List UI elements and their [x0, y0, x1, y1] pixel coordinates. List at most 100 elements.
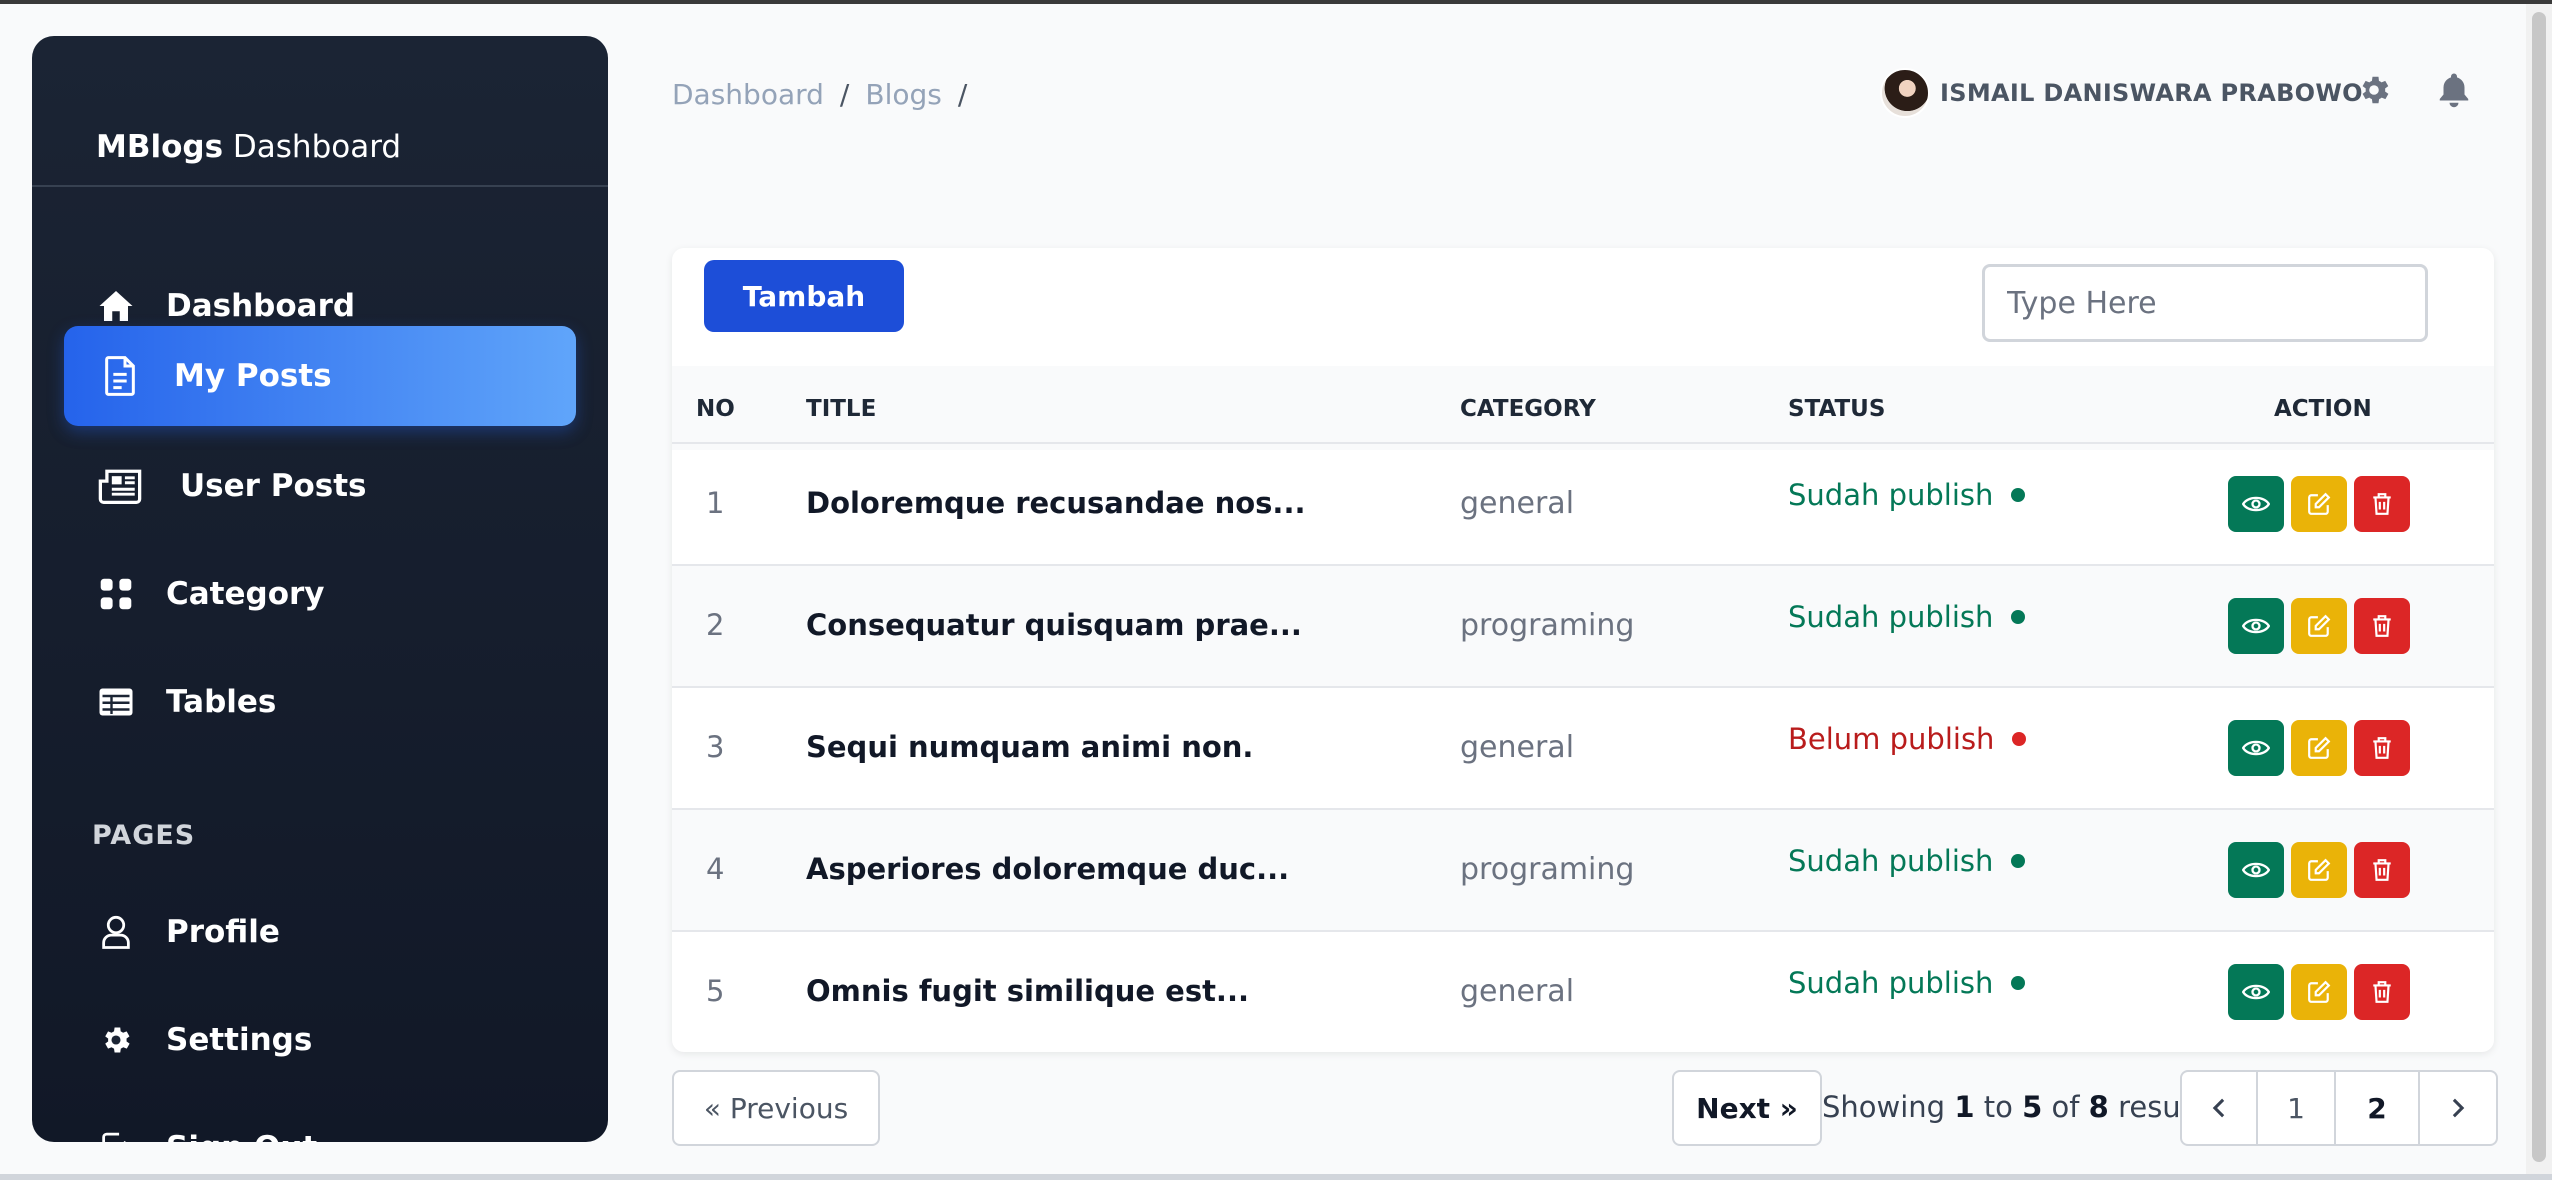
- next-chevron-button[interactable]: [2420, 1072, 2496, 1144]
- breadcrumb-separator: /: [839, 78, 850, 111]
- page-number-button[interactable]: 1: [2258, 1072, 2336, 1144]
- edit-button[interactable]: [2291, 964, 2347, 1020]
- status-badge: Sudah publish: [1788, 478, 2026, 512]
- delete-button[interactable]: [2354, 842, 2410, 898]
- column-header-category: CATEGORY: [1460, 396, 1596, 422]
- edit-button[interactable]: [2291, 720, 2347, 776]
- settings-gear-icon[interactable]: [2354, 70, 2394, 110]
- sidebar-item-label: My Posts: [174, 358, 332, 394]
- sidebar-item-category[interactable]: Category: [64, 544, 576, 644]
- status-badge: Sudah publish: [1788, 966, 2026, 1000]
- edit-button[interactable]: [2291, 476, 2347, 532]
- row-number: 1: [706, 486, 725, 520]
- table-icon: [96, 682, 136, 722]
- post-title: Doloremque recusandae nos...: [806, 486, 1306, 520]
- delete-button[interactable]: [2354, 964, 2410, 1020]
- search-input[interactable]: [1982, 264, 2428, 342]
- row-number: 2: [706, 608, 725, 642]
- status-badge: Sudah publish: [1788, 600, 2026, 634]
- breadcrumb-dashboard[interactable]: Dashboard: [672, 78, 824, 111]
- window-top-border: [0, 0, 2552, 4]
- sidebar-item-my-posts[interactable]: My Posts: [64, 326, 576, 426]
- column-header-no: NO: [696, 396, 735, 422]
- column-header-action: ACTION: [2274, 396, 2372, 422]
- delete-button[interactable]: [2354, 598, 2410, 654]
- edit-icon: [2308, 858, 2331, 881]
- sidebar-item-user-posts[interactable]: User Posts: [64, 436, 576, 536]
- post-title: Asperiores doloremque duc...: [806, 852, 1290, 886]
- scrollbar-thumb[interactable]: [2532, 12, 2546, 1162]
- post-category: general: [1460, 730, 1575, 765]
- document-icon: [100, 356, 140, 396]
- breadcrumb-separator: /: [957, 78, 968, 111]
- edit-icon: [2308, 736, 2331, 759]
- post-category: general: [1460, 974, 1575, 1009]
- sidebar-item-settings[interactable]: Settings: [64, 990, 576, 1090]
- column-header-title: TITLE: [806, 396, 877, 422]
- table-row: 1 Doloremque recusandae nos... general S…: [672, 442, 2494, 564]
- edit-icon: [2308, 980, 2331, 1003]
- eye-icon: [2242, 496, 2270, 512]
- sidebar-item-sign-out[interactable]: Sign Out: [64, 1098, 576, 1142]
- status-dot-icon: [2011, 610, 2026, 624]
- view-button[interactable]: [2228, 842, 2284, 898]
- page-number-button[interactable]: 2: [2336, 1072, 2420, 1144]
- chevron-right-icon: [2452, 1098, 2465, 1118]
- view-button[interactable]: [2228, 598, 2284, 654]
- status-dot-icon: [2011, 976, 2026, 990]
- next-page-button[interactable]: Next »: [1672, 1070, 1822, 1146]
- row-actions: [2228, 720, 2410, 776]
- sidebar: MBlogs Dashboard Dashboard My Posts User…: [32, 36, 608, 1142]
- trash-icon: [2373, 859, 2391, 881]
- trash-icon: [2373, 737, 2391, 759]
- breadcrumb-blogs[interactable]: Blogs: [865, 78, 941, 111]
- sidebar-divider: [32, 185, 608, 187]
- eye-icon: [2242, 984, 2270, 1000]
- column-header-status: STATUS: [1788, 396, 1886, 422]
- user-icon: [96, 912, 136, 952]
- table-row: 4 Asperiores doloremque duc... programin…: [672, 808, 2494, 930]
- row-number: 5: [706, 974, 725, 1008]
- table-row: 5 Omnis fugit similique est... general S…: [672, 930, 2494, 1052]
- prev-chevron-button[interactable]: [2182, 1072, 2258, 1144]
- brand-logo[interactable]: MBlogs Dashboard: [96, 128, 401, 166]
- chevron-left-icon: [2212, 1098, 2225, 1118]
- home-icon: [96, 286, 136, 326]
- sidebar-item-label: Profile: [166, 914, 280, 950]
- sign-out-icon: [96, 1128, 136, 1142]
- eye-icon: [2242, 618, 2270, 634]
- status-dot-icon: [2011, 854, 2026, 868]
- row-actions: [2228, 964, 2410, 1020]
- row-actions: [2228, 476, 2410, 532]
- status-badge: Belum publish: [1788, 722, 2027, 756]
- eye-icon: [2242, 740, 2270, 756]
- sidebar-item-label: Settings: [166, 1022, 313, 1058]
- previous-page-button[interactable]: « Previous: [672, 1070, 880, 1146]
- sidebar-item-label: Dashboard: [166, 288, 356, 324]
- sidebar-item-tables[interactable]: Tables: [64, 652, 576, 752]
- view-button[interactable]: [2228, 720, 2284, 776]
- sidebar-item-label: Sign Out: [166, 1130, 317, 1142]
- delete-button[interactable]: [2354, 720, 2410, 776]
- edit-icon: [2308, 492, 2331, 515]
- edit-button[interactable]: [2291, 598, 2347, 654]
- trash-icon: [2373, 615, 2391, 637]
- status-badge: Sudah publish: [1788, 844, 2026, 878]
- post-title: Omnis fugit similique est...: [806, 974, 1249, 1008]
- add-post-button[interactable]: Tambah: [704, 260, 904, 332]
- grid-icon: [96, 574, 136, 614]
- avatar[interactable]: [1880, 68, 1930, 118]
- sidebar-item-label: User Posts: [180, 468, 367, 504]
- trash-icon: [2373, 493, 2391, 515]
- sidebar-item-profile[interactable]: Profile: [64, 882, 576, 982]
- view-button[interactable]: [2228, 964, 2284, 1020]
- eye-icon: [2242, 862, 2270, 878]
- delete-button[interactable]: [2354, 476, 2410, 532]
- edit-button[interactable]: [2291, 842, 2347, 898]
- bell-icon[interactable]: [2434, 70, 2474, 110]
- status-dot-icon: [2011, 488, 2026, 502]
- user-menu[interactable]: ISMAIL DANISWARA PRABOWO: [1880, 68, 2363, 118]
- table-header: NO TITLE CATEGORY STATUS ACTION: [672, 366, 2494, 450]
- page-scrollbar[interactable]: [2526, 4, 2552, 1174]
- view-button[interactable]: [2228, 476, 2284, 532]
